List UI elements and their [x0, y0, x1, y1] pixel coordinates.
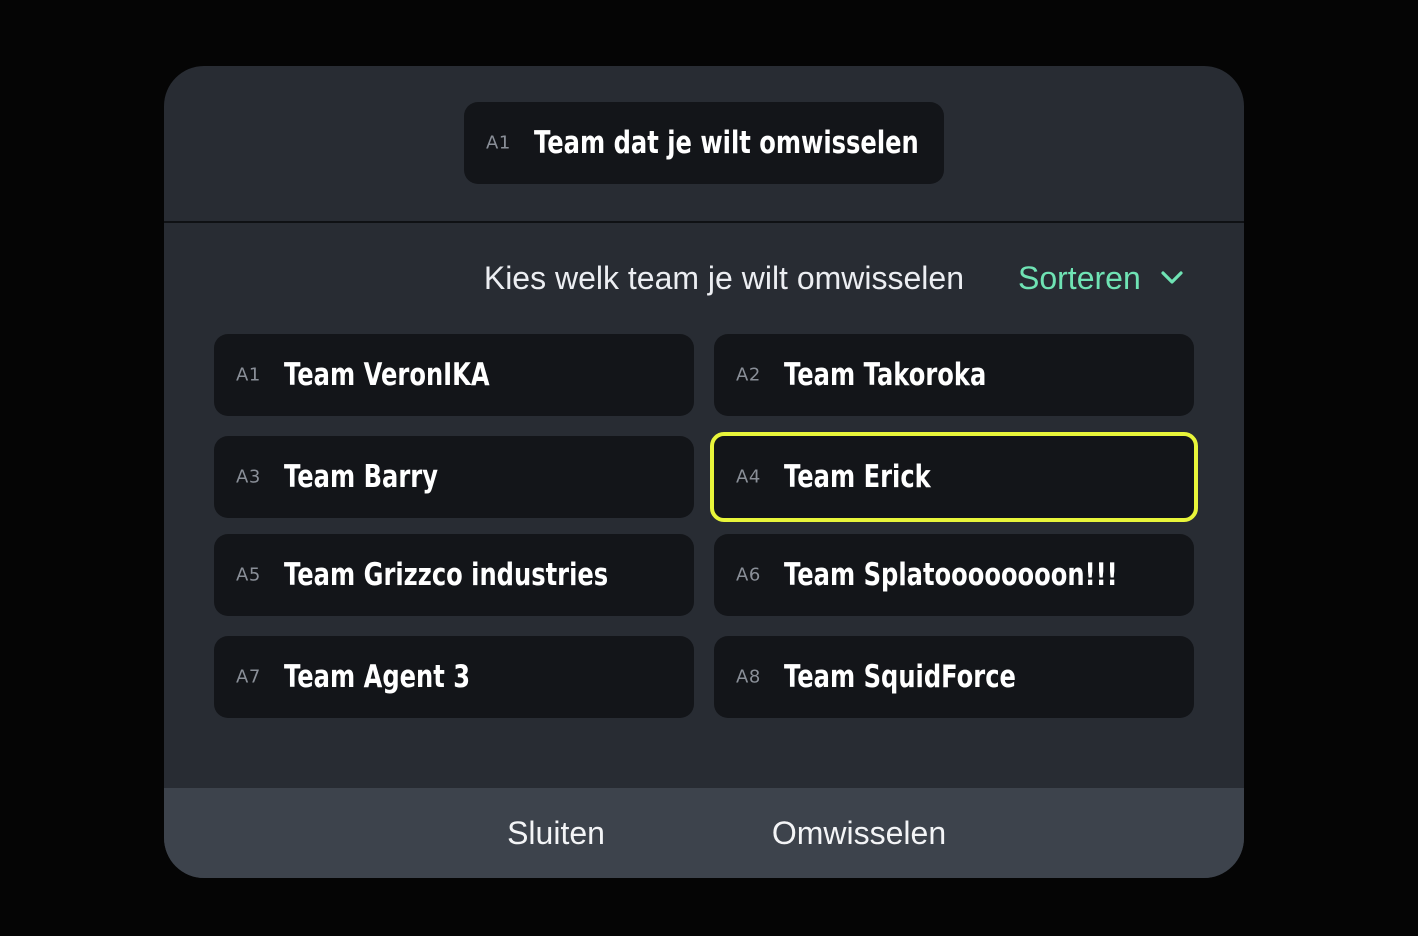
team-slot-a5[interactable]: A5 Team Grizzco industries — [214, 534, 694, 616]
team-name: Team VeronIKA — [284, 357, 490, 393]
close-button[interactable]: Sluiten — [456, 788, 656, 878]
team-name: Team Splatoooooooon!!! — [784, 557, 1118, 593]
team-slot-a6[interactable]: A6 Team Splatoooooooon!!! — [714, 534, 1194, 616]
header-divider — [164, 221, 1244, 223]
swap-button[interactable]: Omwisselen — [749, 788, 969, 878]
team-slot-a8[interactable]: A8 Team SquidForce — [714, 636, 1194, 718]
team-seed: A4 — [736, 466, 761, 488]
prompt-text: Kies welk team je wilt omwisselen — [483, 260, 964, 296]
team-name: Team Agent 3 — [284, 659, 471, 695]
team-slot-a4[interactable]: A4 Team Erick — [710, 432, 1198, 522]
dialog-header: A1 Team dat je wilt omwisselen — [164, 66, 1244, 222]
prompt-row: Kies welk team je wilt omwisselen Sorter… — [164, 252, 1244, 304]
team-to-swap-name: Team dat je wilt omwisselen — [534, 125, 919, 161]
team-seed: A7 — [236, 666, 261, 688]
chevron-down-icon — [1161, 271, 1183, 284]
team-slot-a3[interactable]: A3 Team Barry — [214, 436, 694, 518]
swap-team-dialog: A1 Team dat je wilt omwisselen Kies welk… — [164, 66, 1244, 878]
team-seed: A3 — [236, 466, 261, 488]
team-seed: A5 — [236, 564, 261, 586]
dialog-footer: Sluiten Omwisselen — [164, 788, 1244, 878]
team-slot-a2[interactable]: A2 Team Takoroka — [714, 334, 1194, 416]
team-seed: A6 — [736, 564, 761, 586]
team-to-swap-seed: A1 — [486, 132, 511, 154]
team-seed: A1 — [236, 364, 261, 386]
team-name: Team Barry — [284, 459, 438, 495]
team-slot-a7[interactable]: A7 Team Agent 3 — [214, 636, 694, 718]
sort-label: Sorteren — [1018, 259, 1141, 296]
team-name: Team Grizzco industries — [284, 557, 609, 593]
team-seed: A2 — [736, 364, 761, 386]
team-seed: A8 — [736, 666, 761, 688]
team-name: Team Erick — [784, 459, 931, 495]
team-name: Team Takoroka — [784, 357, 987, 393]
team-to-swap-slot: A1 Team dat je wilt omwisselen — [464, 102, 944, 184]
sort-button[interactable]: Sorteren — [1018, 254, 1185, 302]
team-name: Team SquidForce — [784, 659, 1016, 695]
team-slot-a1[interactable]: A1 Team VeronIKA — [214, 334, 694, 416]
